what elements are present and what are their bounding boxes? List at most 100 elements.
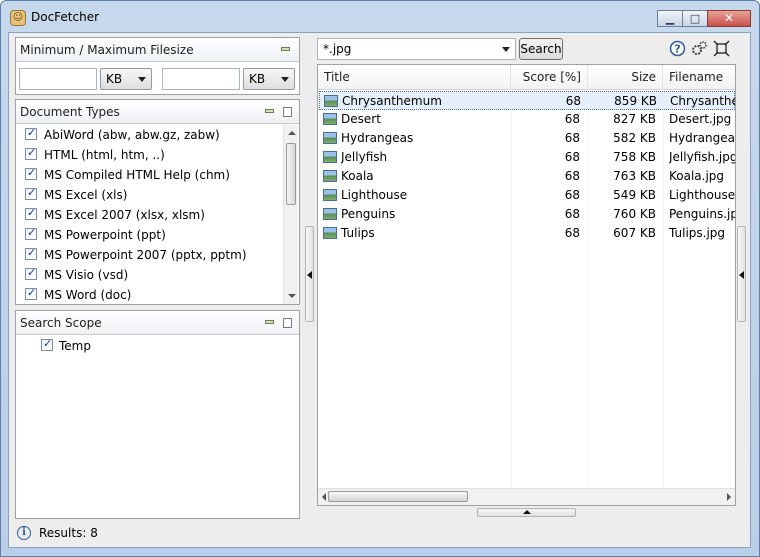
minimize-panel-icon[interactable] <box>281 47 290 51</box>
cell-filename: Hydrangeas.jpg <box>669 131 735 145</box>
doctype-label: AbiWord (abw, abw.gz, zabw) <box>44 128 220 142</box>
image-file-icon <box>323 132 337 144</box>
max-unit-select[interactable]: KB <box>243 68 295 90</box>
cell-score: 68 <box>564 169 580 183</box>
results-table: Title Score [%] Size Filename Chrysanthe… <box>317 64 736 506</box>
scroll-left-icon[interactable] <box>322 493 326 501</box>
checkbox[interactable]: ✓ <box>25 166 37 180</box>
title-bar[interactable]: ☺ DocFetcher ▁ □ ✕ <box>1 1 759 33</box>
checkbox[interactable]: ✓ <box>25 126 37 140</box>
cell-filename: Desert.jpg <box>669 112 732 126</box>
cell-filename: Chrysanthemum.jpg <box>670 94 735 108</box>
cell-size: 859 KB <box>614 94 657 108</box>
list-item[interactable]: ✓ MS Visio (vsd) <box>17 265 298 285</box>
scroll-right-icon[interactable] <box>727 493 731 501</box>
search-scope-panel: Search Scope ✓ Temp <box>15 310 300 519</box>
arrow-left-icon <box>739 271 744 279</box>
check-icon: ✓ <box>27 206 37 219</box>
check-icon: ✓ <box>27 166 37 179</box>
column-header-title[interactable]: Title <box>318 65 511 89</box>
checkbox[interactable]: ✓ <box>25 286 37 300</box>
min-unit-select[interactable]: KB <box>100 68 152 90</box>
list-item[interactable]: ✓ HTML (html, htm, ..) <box>17 145 298 165</box>
table-row[interactable]: Chrysanthemum 68 859 KB Chrysanthemum.jp… <box>319 91 735 110</box>
image-file-icon <box>323 113 337 125</box>
cell-filename: Koala.jpg <box>669 169 725 183</box>
cell-score: 68 <box>564 131 580 145</box>
min-filesize-input[interactable] <box>19 68 97 90</box>
minimize-panel-icon[interactable] <box>265 320 274 324</box>
doctype-label: MS Powerpoint (ppt) <box>44 228 166 242</box>
table-row[interactable]: Koala 68 763 KB Koala.jpg <box>319 167 735 186</box>
checkbox[interactable]: ✓ <box>25 266 37 280</box>
results-header: Title Score [%] Size Filename <box>318 65 735 90</box>
cell-size: 758 KB <box>613 150 656 164</box>
table-row[interactable]: Lighthouse 68 549 KB Lighthouse.jpg <box>319 186 735 205</box>
scope-label: Temp <box>59 339 91 353</box>
document-types-scrollbar[interactable] <box>283 125 298 304</box>
list-item[interactable]: ✓ MS Compiled HTML Help (chm) <box>17 165 298 185</box>
cell-filename: Penguins.jpg <box>669 207 735 221</box>
checkbox[interactable]: ✓ <box>25 186 37 200</box>
minimize-panel-icon[interactable] <box>265 109 274 113</box>
table-row[interactable]: Hydrangeas 68 582 KB Hydrangeas.jpg <box>319 129 735 148</box>
search-button[interactable]: Search <box>519 38 563 60</box>
toggle-layout-icon[interactable] <box>713 40 730 57</box>
help-icon[interactable]: ? <box>669 40 686 57</box>
results-horizontal-scrollbar[interactable] <box>318 488 735 505</box>
image-file-icon <box>323 189 337 201</box>
maximize-panel-icon[interactable] <box>283 107 292 117</box>
list-item[interactable]: ✓ MS Excel 2007 (xlsx, xlsm) <box>17 205 298 225</box>
table-row[interactable]: Penguins 68 760 KB Penguins.jpg <box>319 205 735 224</box>
table-row[interactable]: Desert 68 827 KB Desert.jpg <box>319 110 735 129</box>
checkbox[interactable]: ✓ <box>25 226 37 240</box>
list-item[interactable]: ✓ AbiWord (abw, abw.gz, zabw) <box>17 125 298 145</box>
check-icon: ✓ <box>27 246 37 259</box>
cell-score: 68 <box>564 226 580 240</box>
table-row[interactable]: Jellyfish 68 758 KB Jellyfish.jpg <box>319 148 735 167</box>
scrollbar-thumb[interactable] <box>328 491 468 502</box>
filesize-panel: Minimum / Maximum Filesize KB KB <box>15 37 300 95</box>
collapse-preview-tab[interactable] <box>737 226 746 322</box>
filesize-panel-header: Minimum / Maximum Filesize <box>16 38 299 62</box>
close-icon: ✕ <box>723 11 735 25</box>
table-row[interactable]: Tulips 68 607 KB Tulips.jpg <box>319 224 735 243</box>
column-header-score[interactable]: Score [%] <box>511 65 588 89</box>
expand-preview-tab[interactable] <box>477 508 576 517</box>
check-icon: ✓ <box>27 266 37 279</box>
doctype-label: MS Visio (vsd) <box>44 268 129 282</box>
search-query-combo[interactable]: *.jpg <box>317 38 516 60</box>
preferences-icon[interactable] <box>691 40 708 57</box>
window-title: DocFetcher <box>31 10 100 24</box>
list-item[interactable]: ✓ MS Excel (xls) <box>17 185 298 205</box>
cell-size: 582 KB <box>613 131 656 145</box>
scroll-up-icon[interactable] <box>288 131 296 135</box>
minimize-button[interactable]: ▁ <box>657 10 683 27</box>
maximize-icon: □ <box>689 12 701 25</box>
search-scope-title: Search Scope <box>20 316 102 330</box>
max-filesize-input[interactable] <box>162 68 240 90</box>
check-icon: ✓ <box>27 126 37 139</box>
scrollbar-thumb[interactable] <box>286 143 296 205</box>
collapse-left-pane-tab[interactable] <box>305 226 314 322</box>
tree-item[interactable]: ✓ Temp <box>17 336 298 356</box>
maximize-button[interactable]: □ <box>682 10 708 27</box>
cell-score: 68 <box>564 188 580 202</box>
image-file-icon <box>323 170 337 182</box>
cell-filename: Tulips.jpg <box>669 226 726 240</box>
checkbox[interactable]: ✓ <box>25 146 37 160</box>
column-header-size[interactable]: Size <box>588 65 663 89</box>
checkbox[interactable]: ✓ <box>41 337 53 351</box>
list-item[interactable]: ✓ MS Powerpoint (ppt) <box>17 225 298 245</box>
checkbox[interactable]: ✓ <box>25 206 37 220</box>
cell-size: 760 KB <box>613 207 656 221</box>
list-item[interactable]: ✓ MS Powerpoint 2007 (pptx, pptm) <box>17 245 298 265</box>
scroll-down-icon[interactable] <box>288 294 296 298</box>
close-button[interactable]: ✕ <box>707 10 751 27</box>
column-header-filename[interactable]: Filename <box>663 65 735 89</box>
maximize-panel-icon[interactable] <box>283 318 292 328</box>
checkbox[interactable]: ✓ <box>25 246 37 260</box>
check-icon: ✓ <box>27 226 37 239</box>
cell-filename: Jellyfish.jpg <box>669 150 736 164</box>
list-item[interactable]: ✓ MS Word (doc) <box>17 285 298 305</box>
